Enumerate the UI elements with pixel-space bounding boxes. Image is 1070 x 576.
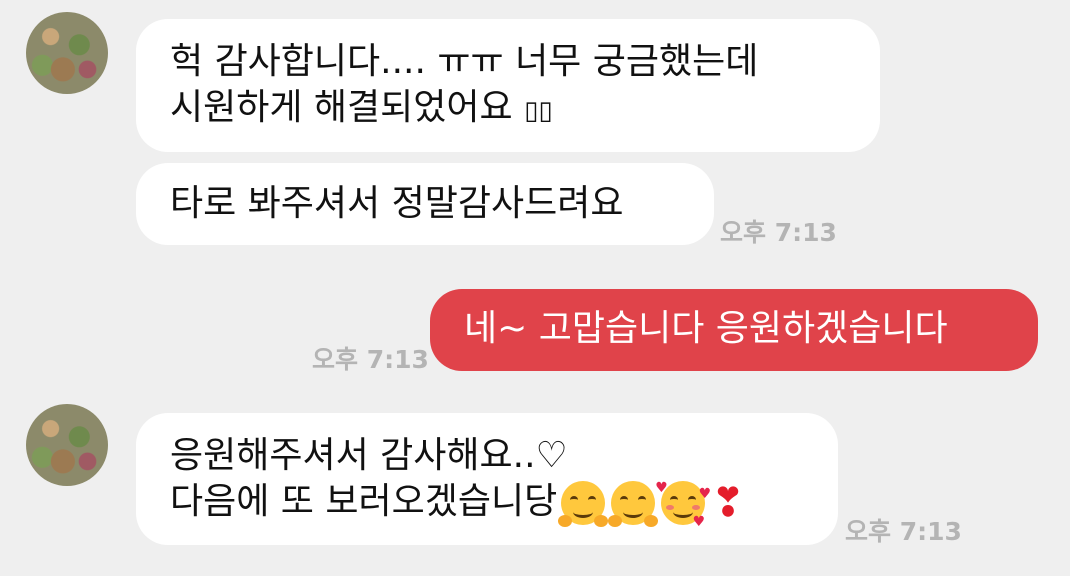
message-text: 시원하게 해결되었어요 ▯▯ [170,87,553,128]
message-text: 타로 봐주셔서 정말감사드려요 [170,183,624,224]
message-timestamp: 오후 7:13 [720,218,837,247]
message-timestamp: 오후 7:13 [312,345,429,374]
hugging-face-icon [608,481,659,527]
message-bubble-outgoing[interactable]: 네~ 고맙습니다 응원하겠습니다 [430,289,1038,371]
smiling-face-with-hearts-icon: ♥ ♥ ♥ [655,480,712,530]
hugging-face-icon [558,481,609,527]
message-bubble-incoming[interactable]: 헉 감사합니다.... ㅠㅠ 너무 궁금했는데 시원하게 해결되었어요 ▯▯ [136,19,880,152]
message-bubble-incoming[interactable]: 응원해주셔서 감사해요..♡ 다음에 또 보러오겠습니당 ♥ ♥ ♥ ❣ [136,413,838,545]
message-timestamp: 오후 7:13 [845,517,962,546]
message-text: 헉 감사합니다.... ㅠㅠ 너무 궁금했는데 [170,41,759,82]
missing-glyph-icon: ▯▯ [524,96,553,126]
message-text: 응원해주셔서 감사해요..♡ [170,435,568,476]
heavy-heart-exclamation-icon: ❣ [711,480,745,526]
message-text: 다음에 또 보러오겠습니당 ♥ ♥ ♥ ❣ [170,480,745,530]
message-text: 네~ 고맙습니다 응원하겠습니다 [464,308,948,349]
message-bubble-incoming[interactable]: 타로 봐주셔서 정말감사드려요 [136,163,714,245]
avatar[interactable] [26,12,108,94]
avatar[interactable] [26,404,108,486]
